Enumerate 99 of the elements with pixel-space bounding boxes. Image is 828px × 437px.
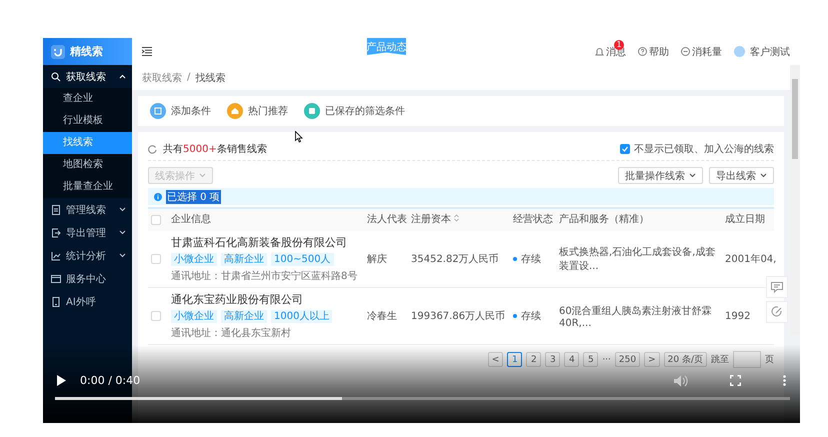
logo-text: 精线索 (70, 44, 103, 59)
usage-link[interactable]: 消耗量 (680, 44, 722, 58)
add-filter-icon (150, 103, 166, 119)
breadcrumb-separator: / (187, 72, 190, 83)
menu-item[interactable]: 服务中心 (43, 267, 132, 290)
chevron-icon (119, 207, 126, 212)
edit-button[interactable] (766, 301, 788, 323)
menu-item[interactable]: 导出管理 (43, 221, 132, 244)
chevron-icon (760, 173, 767, 178)
company-tag: 小微企业 (171, 310, 217, 323)
column-header[interactable]: 注册资本 (408, 208, 510, 231)
fullscreen-icon[interactable] (730, 375, 741, 386)
company-name[interactable]: 甘肃蓝科石化高新装备股份有限公司 (171, 235, 361, 250)
chevron-icon (119, 253, 126, 258)
chevron-icon (119, 230, 126, 235)
help-link[interactable]: 帮助 (638, 44, 669, 58)
submenu-item[interactable]: 批量查企业 (43, 176, 132, 198)
chevron-icon (689, 173, 696, 178)
submenu-item[interactable]: 行业模板 (43, 110, 132, 132)
more-options-icon[interactable] (783, 375, 786, 386)
table-cell: 解庆 (364, 231, 408, 288)
selection-count: 已选择 0 项 (166, 190, 221, 204)
status-label: 存续 (513, 252, 553, 266)
company-tag: 高新企业 (221, 253, 267, 266)
leads-total: 共有5000+条销售线索 (163, 142, 267, 156)
breadcrumb-item: 找线索 (195, 72, 226, 84)
menu-item[interactable]: 管理线索 (43, 198, 132, 221)
chat-icon (771, 282, 783, 292)
avatar-icon (734, 46, 745, 57)
filter-option[interactable]: 热门推荐 (227, 103, 288, 119)
company-tag: 100~500人 (271, 253, 334, 266)
search-icon (51, 72, 61, 82)
page-ellipsis: ··· (602, 354, 611, 364)
export-icon (51, 228, 61, 238)
filter-option[interactable]: 添加条件 (150, 103, 211, 119)
submenu-item[interactable]: 地图检索 (43, 154, 132, 176)
chevron-icon (199, 173, 206, 178)
saved-filter-icon (304, 103, 320, 119)
menu-item[interactable]: 统计分析 (43, 244, 132, 267)
table-cell: 60混合重组人胰岛素注射液甘舒霖40R,... (556, 288, 722, 344)
company-tag: 小微企业 (171, 253, 217, 266)
user-menu[interactable]: 客户测试 (734, 44, 790, 58)
jump-label: 跳至 (711, 354, 729, 366)
company-name[interactable]: 通化东宝药业股份有限公司 (171, 292, 361, 307)
table-cell: 冷春生 (364, 288, 408, 344)
monitor-icon (51, 274, 61, 284)
house-icon (227, 103, 243, 119)
company-tag: 高新企业 (221, 310, 267, 323)
document-icon (51, 204, 61, 214)
filter-option[interactable]: 已保存的筛选条件 (304, 103, 405, 119)
menu-item[interactable]: AI外呼 (43, 290, 132, 313)
column-header: 成立日期 (722, 208, 774, 231)
page-button[interactable]: 2 (526, 352, 542, 367)
bell-icon (594, 46, 604, 56)
page-button[interactable]: 250 (614, 352, 640, 367)
status-label: 存续 (513, 309, 553, 323)
table-cell: 35452.82万人民币 (408, 231, 510, 288)
company-tag: 1000人以上 (271, 310, 332, 323)
export-dropdown[interactable]: 导出线索 (709, 167, 774, 184)
video-time: 0:00 / 0:40 (80, 374, 140, 387)
page-button[interactable]: 4 (564, 352, 580, 367)
column-header: 经营状态 (510, 208, 556, 231)
column-header: 产品和服务（精准） (556, 208, 722, 231)
checkbox[interactable] (620, 144, 630, 154)
column-header: 法人代表 (364, 208, 408, 231)
column-header: 企业信息 (168, 208, 364, 231)
jump-suffix: 页 (765, 354, 774, 366)
refresh-icon[interactable] (148, 144, 157, 154)
feedback-button[interactable] (766, 276, 788, 298)
scrollbar[interactable] (790, 65, 800, 335)
phone-icon (51, 296, 61, 306)
page-button[interactable]: 5 (583, 352, 598, 367)
chart-icon (51, 250, 61, 260)
breadcrumb-item[interactable]: 获取线索 (142, 70, 182, 84)
prev-page-button[interactable]: < (488, 352, 504, 367)
select-all-checkbox[interactable] (151, 215, 161, 225)
jump-page-field[interactable] (733, 351, 761, 368)
row-checkbox[interactable] (151, 311, 161, 321)
page-button[interactable]: 3 (545, 352, 560, 367)
video-progress-bar[interactable] (55, 397, 790, 400)
table-cell: 板式换热器,石油化工成套设备,成套装置设... (556, 231, 722, 288)
next-page-button[interactable]: > (644, 352, 660, 367)
company-address: 通讯地址：通化县东宝新村 (171, 326, 292, 340)
collapse-menu-icon[interactable] (142, 47, 152, 56)
help-icon (638, 47, 647, 56)
sort-icon (454, 214, 460, 222)
batch-actions-dropdown[interactable]: 批量操作线索 (618, 167, 703, 184)
logo-icon (51, 44, 65, 58)
info-icon (154, 192, 162, 200)
play-icon[interactable] (57, 375, 66, 386)
chevron-icon (119, 74, 126, 79)
menu-item[interactable]: 获取线索 (43, 65, 132, 88)
company-address: 通讯地址：甘肃省兰州市安宁区蓝科路8号 (171, 270, 358, 283)
table-cell: 199367.86万人民币 (408, 288, 510, 344)
row-checkbox[interactable] (151, 254, 161, 264)
submenu-item[interactable]: 查企业 (43, 88, 132, 110)
hide-claimed-checkbox[interactable]: 不显示已领取、加入公海的线索 (620, 142, 774, 156)
volume-icon[interactable] (674, 374, 688, 386)
page-size-dropdown[interactable]: 20 条/页 (664, 352, 707, 367)
